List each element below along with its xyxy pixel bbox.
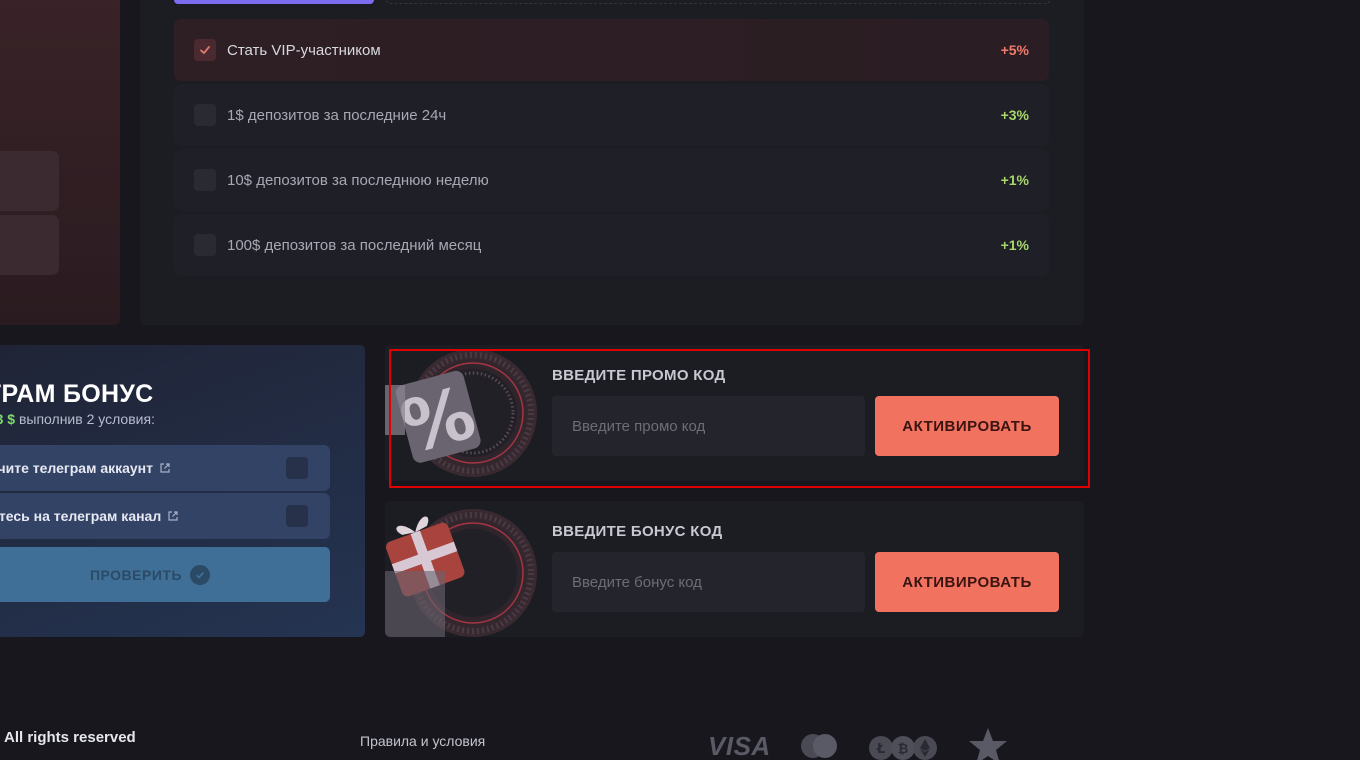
task-label: 100$ депозитов за последний месяц	[227, 236, 482, 254]
check-icon	[200, 46, 210, 54]
task-checkbox[interactable]	[194, 39, 216, 61]
mastercard-icon	[800, 734, 837, 758]
task-row-deposit-24h[interactable]: 1$ депозитов за последние 24ч +3%	[174, 84, 1049, 146]
task-label: 10$ депозитов за последнюю неделю	[227, 171, 489, 189]
activate-bonus-button[interactable]: АКТИВИРОВАТЬ	[875, 552, 1059, 612]
condition-checkbox[interactable]	[286, 457, 308, 479]
telegram-bonus-amount: 0.3 $	[0, 411, 16, 427]
telegram-bonus-subtitle: те 0.3 $ выполнив 2 условия:	[0, 411, 155, 427]
visa-logo: VISA	[708, 730, 771, 760]
rules-link[interactable]: Правила и условия	[360, 733, 485, 749]
task-label: Стать VIP-участником	[227, 41, 381, 59]
task-row-vip[interactable]: Стать VIP-участником +5%	[174, 19, 1049, 81]
promo-code-title: ВВЕДИТЕ ПРОМО КОД	[552, 367, 726, 384]
task-bonus: +5%	[1000, 42, 1029, 58]
external-link-icon	[168, 511, 178, 521]
activate-promo-button[interactable]: АКТИВИРОВАТЬ	[875, 396, 1059, 456]
bonus-code-title: ВВЕДИТЕ БОНУС КОД	[552, 523, 723, 540]
gift-icon	[385, 509, 537, 637]
crypto-icon: Ł ₿	[868, 736, 937, 760]
task-row-deposit-month[interactable]: 100$ депозитов за последний месяц +1%	[174, 214, 1049, 276]
bonus-code-input[interactable]	[552, 552, 865, 612]
telegram-bonus-card: ЕГРАМ БОНУС те 0.3 $ выполнив 2 условия:…	[0, 345, 365, 637]
task-bonus: +1%	[1000, 172, 1029, 188]
condition-checkbox[interactable]	[286, 505, 308, 527]
check-button-label: ПРОВЕРИТЬ	[89, 566, 183, 583]
top-strip	[174, 0, 374, 4]
condition-label: ключите телеграм аккаунт	[0, 460, 171, 476]
condition-label: ишитесь на телеграм канал	[0, 508, 179, 524]
percent-icon: %	[385, 349, 537, 477]
promo-code-card: % ВВЕДИТЕ ПРОМО КОД АКТИВИРОВАТЬ	[385, 345, 1084, 481]
promo-code-input[interactable]	[552, 396, 865, 456]
external-link-icon	[160, 463, 170, 473]
task-row-deposit-week[interactable]: 10$ депозитов за последнюю неделю +1%	[174, 149, 1049, 211]
task-checkbox[interactable]	[194, 234, 216, 256]
payment-logos: VISA Ł ₿	[708, 728, 1009, 760]
task-label: 1$ депозитов за последние 24ч	[227, 106, 447, 124]
check-button[interactable]: ПРОВЕРИТЬ	[0, 547, 330, 602]
condition-text: ключите телеграм аккаунт	[0, 460, 153, 476]
top-dashed-strip	[386, 0, 1050, 4]
task-bonus: +1%	[1000, 237, 1029, 253]
page: Стать VIP-участником +5% 1$ депозитов за…	[0, 0, 1360, 760]
task-checkbox[interactable]	[194, 104, 216, 126]
telegram-condition-subscribe-channel[interactable]: ишитесь на телеграм канал	[0, 493, 330, 539]
bonus-code-card: ВВЕДИТЕ БОНУС КОД АКТИВИРОВАТЬ	[385, 501, 1084, 637]
condition-text: ишитесь на телеграм канал	[0, 508, 162, 524]
telegram-condition-link-account[interactable]: ключите телеграм аккаунт	[0, 445, 330, 491]
task-bonus: +3%	[1000, 107, 1029, 123]
telegram-bonus-title: ЕГРАМ БОНУС	[0, 380, 154, 408]
footer-rights: All rights reserved	[4, 729, 136, 746]
check-circle-icon	[190, 564, 211, 585]
subtitle-suffix: выполнив 2 условия:	[15, 411, 155, 427]
svg-text:₿: ₿	[897, 742, 908, 757]
left-tile[interactable]	[0, 151, 59, 211]
star-icon	[968, 728, 1007, 760]
left-tile[interactable]	[0, 215, 59, 275]
svg-text:Ł: Ł	[876, 742, 885, 757]
task-checkbox[interactable]	[194, 169, 216, 191]
